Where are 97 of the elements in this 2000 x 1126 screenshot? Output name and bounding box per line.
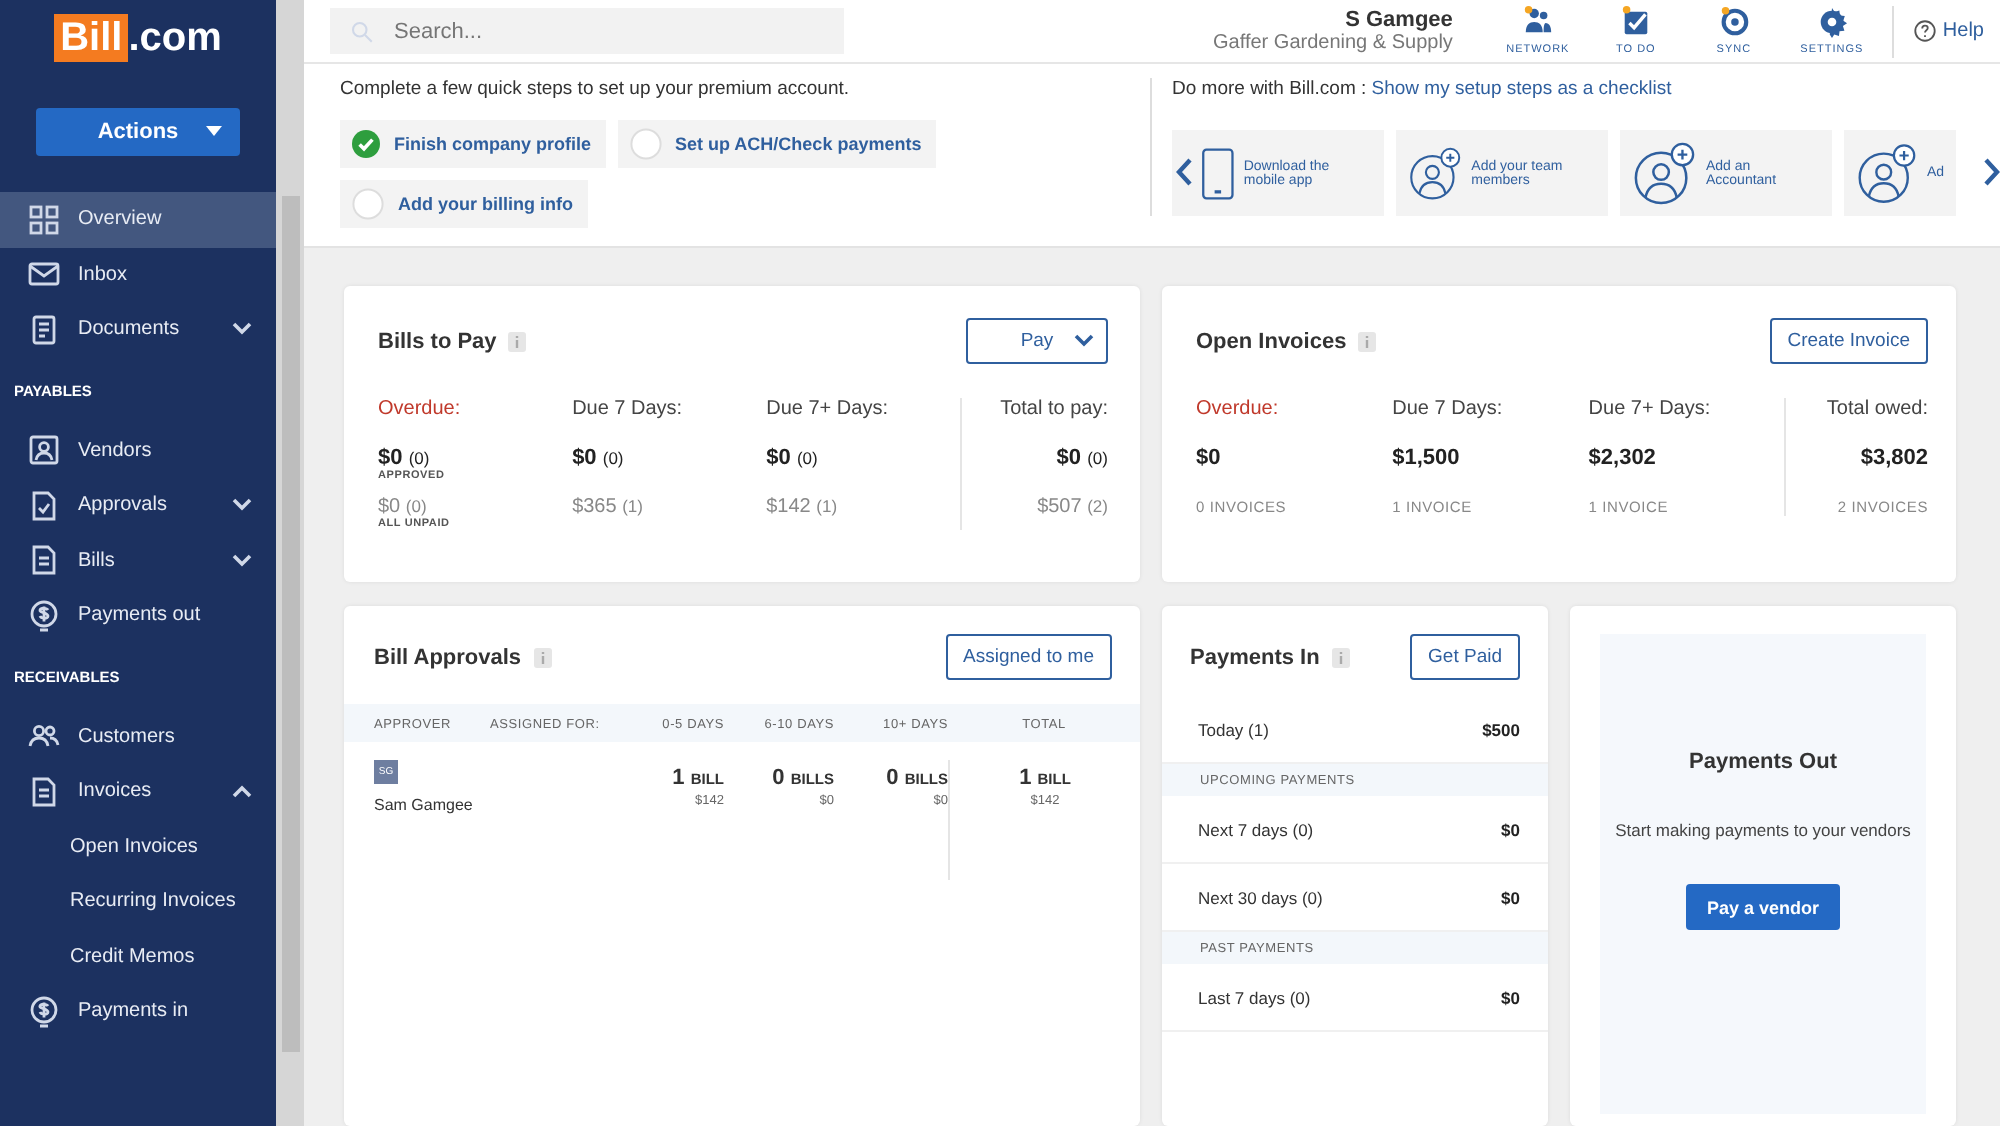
search-icon [350, 20, 374, 44]
sidebar-item[interactable]: Payments in [0, 984, 276, 1039]
stat-amount: $0 [1196, 446, 1223, 470]
previous-button[interactable] [1176, 158, 1192, 186]
sidebar-subitem[interactable]: Recurring Invoices [0, 874, 276, 929]
scrollbar[interactable] [276, 0, 304, 1126]
sidebar-item[interactable]: Documents [0, 302, 276, 357]
setup-step[interactable]: Add your billing info [340, 180, 587, 228]
assigned-to-me-button[interactable]: Assigned to me [945, 634, 1112, 680]
period-label: Next 30 days (0) [1198, 887, 1323, 907]
next-button[interactable] [1984, 158, 2000, 186]
stat-label: Total owed: [1826, 398, 1929, 420]
grid-icon [28, 203, 60, 236]
stat-label: Overdue: [378, 398, 463, 420]
stat-amount: $0 (0) [1056, 446, 1108, 470]
card-title: Payments In [1190, 645, 1320, 669]
period-amount: $0 [1501, 987, 1520, 1007]
period-label: Last 7 days (0) [1198, 987, 1311, 1007]
stat-amount: $0 (0) [378, 446, 432, 470]
search-field[interactable]: Search... [330, 8, 844, 54]
period-label: Next 7 days (0) [1198, 819, 1314, 839]
sidebar-item[interactable]: Overview [0, 192, 276, 247]
chevron-down-icon [232, 553, 252, 568]
chevron-left-icon [1176, 158, 1192, 186]
stat-label: Due 7 Days: [1392, 398, 1505, 420]
stat-label: Total to pay: [1000, 398, 1108, 420]
sidebar-item[interactable]: Invoices [0, 764, 276, 819]
stat-amount: $0 (0) [378, 496, 429, 518]
help-link[interactable]: Help [1914, 20, 1984, 42]
sync-icon [1717, 6, 1750, 38]
settings-icon [1815, 6, 1848, 38]
stat-amount: $1,500 [1392, 446, 1462, 470]
stat-label: Due 7+ Days: [1588, 398, 1713, 420]
info-icon [508, 331, 527, 351]
company-name: Gaffer Gardening & Supply [1213, 32, 1453, 54]
setup-intro: Complete a few quick steps to set up your premium account. [340, 78, 852, 100]
checkbox-icon [1619, 6, 1652, 38]
sidebar-item[interactable]: Vendors [0, 423, 276, 478]
sidebar-item[interactable]: Bills [0, 533, 276, 588]
pay-vendor-button[interactable]: Pay a vendor [1686, 884, 1840, 930]
actions-button[interactable]: Actions [36, 108, 240, 156]
period-amount: $500 [1482, 719, 1520, 739]
approver-name: Sam Gamgee [374, 796, 473, 814]
setup-step[interactable]: Set up ACH/Check payments [617, 120, 936, 168]
info-icon [533, 647, 552, 667]
checklist-link[interactable]: Show my setup steps as a checklist [1371, 78, 1672, 100]
add-person-icon [1856, 139, 1919, 207]
sidebar-item[interactable]: Approvals [0, 478, 276, 533]
card-title: Open Invoices [1196, 329, 1347, 353]
info-icon [1358, 331, 1377, 351]
chevron-down-icon [232, 322, 252, 337]
chevron-down-icon [1074, 334, 1094, 348]
stat-amount: $507 (2) [1037, 496, 1108, 518]
stat-amount: $365 (1) [572, 496, 645, 518]
logo: Bill.com [54, 14, 222, 62]
card-title: Bill Approvals [374, 645, 522, 669]
setup-step[interactable]: Finish company profile [340, 120, 606, 168]
contact-card-icon [28, 434, 60, 467]
more-label: Do more with Bill.com : [1172, 78, 1367, 100]
sidebar-item[interactable]: Payments out [0, 588, 276, 643]
add-person-icon [1632, 139, 1698, 207]
get-paid-button[interactable]: Get Paid [1410, 634, 1520, 680]
stat-amount: $3,802 [1860, 446, 1929, 470]
pay-dropdown[interactable]: Pay [966, 318, 1108, 364]
stat-amount: $0 (0) [572, 446, 626, 470]
panel-title: Payments Out [1689, 750, 1837, 774]
chevron-up-icon [232, 784, 252, 799]
stat-amount: $0 (0) [766, 446, 820, 470]
period-amount: $0 [1501, 819, 1520, 839]
sidebar-subitem[interactable]: Open Invoices [0, 819, 276, 874]
stat-label: Overdue: [1196, 398, 1281, 420]
dollar-icon [28, 995, 60, 1028]
card-title: Bills to Pay [378, 329, 497, 353]
sidebar-item[interactable]: Customers [0, 709, 276, 764]
chevron-right-icon [1984, 158, 2000, 186]
document-icon [28, 544, 60, 577]
stat-amount: $2,302 [1588, 446, 1658, 470]
panel-text: Start making payments to your vendors [1615, 820, 1911, 840]
help-icon [1914, 20, 1937, 42]
period-amount: $0 [1501, 887, 1520, 907]
caret-icon [206, 126, 222, 136]
document-icon [28, 775, 60, 808]
sidebar-subitem[interactable]: Credit Memos [0, 929, 276, 984]
create-invoice-button[interactable]: Create Invoice [1769, 318, 1928, 364]
chevron-down-icon [232, 498, 252, 513]
period-label: Today (1) [1198, 719, 1269, 739]
user-name: S Gamgee [1345, 8, 1453, 32]
people-icon [1521, 6, 1554, 38]
dollar-icon [28, 599, 60, 632]
sidebar-item[interactable]: Inbox [0, 247, 276, 302]
envelope-icon [28, 258, 60, 291]
document-icon [28, 313, 60, 346]
document-check-icon [28, 489, 60, 522]
info-icon [1331, 647, 1350, 667]
stat-label: Due 7 Days: [572, 398, 685, 420]
stat-label: Due 7+ Days: [766, 398, 890, 420]
stat-amount: $142 (1) [766, 496, 840, 518]
